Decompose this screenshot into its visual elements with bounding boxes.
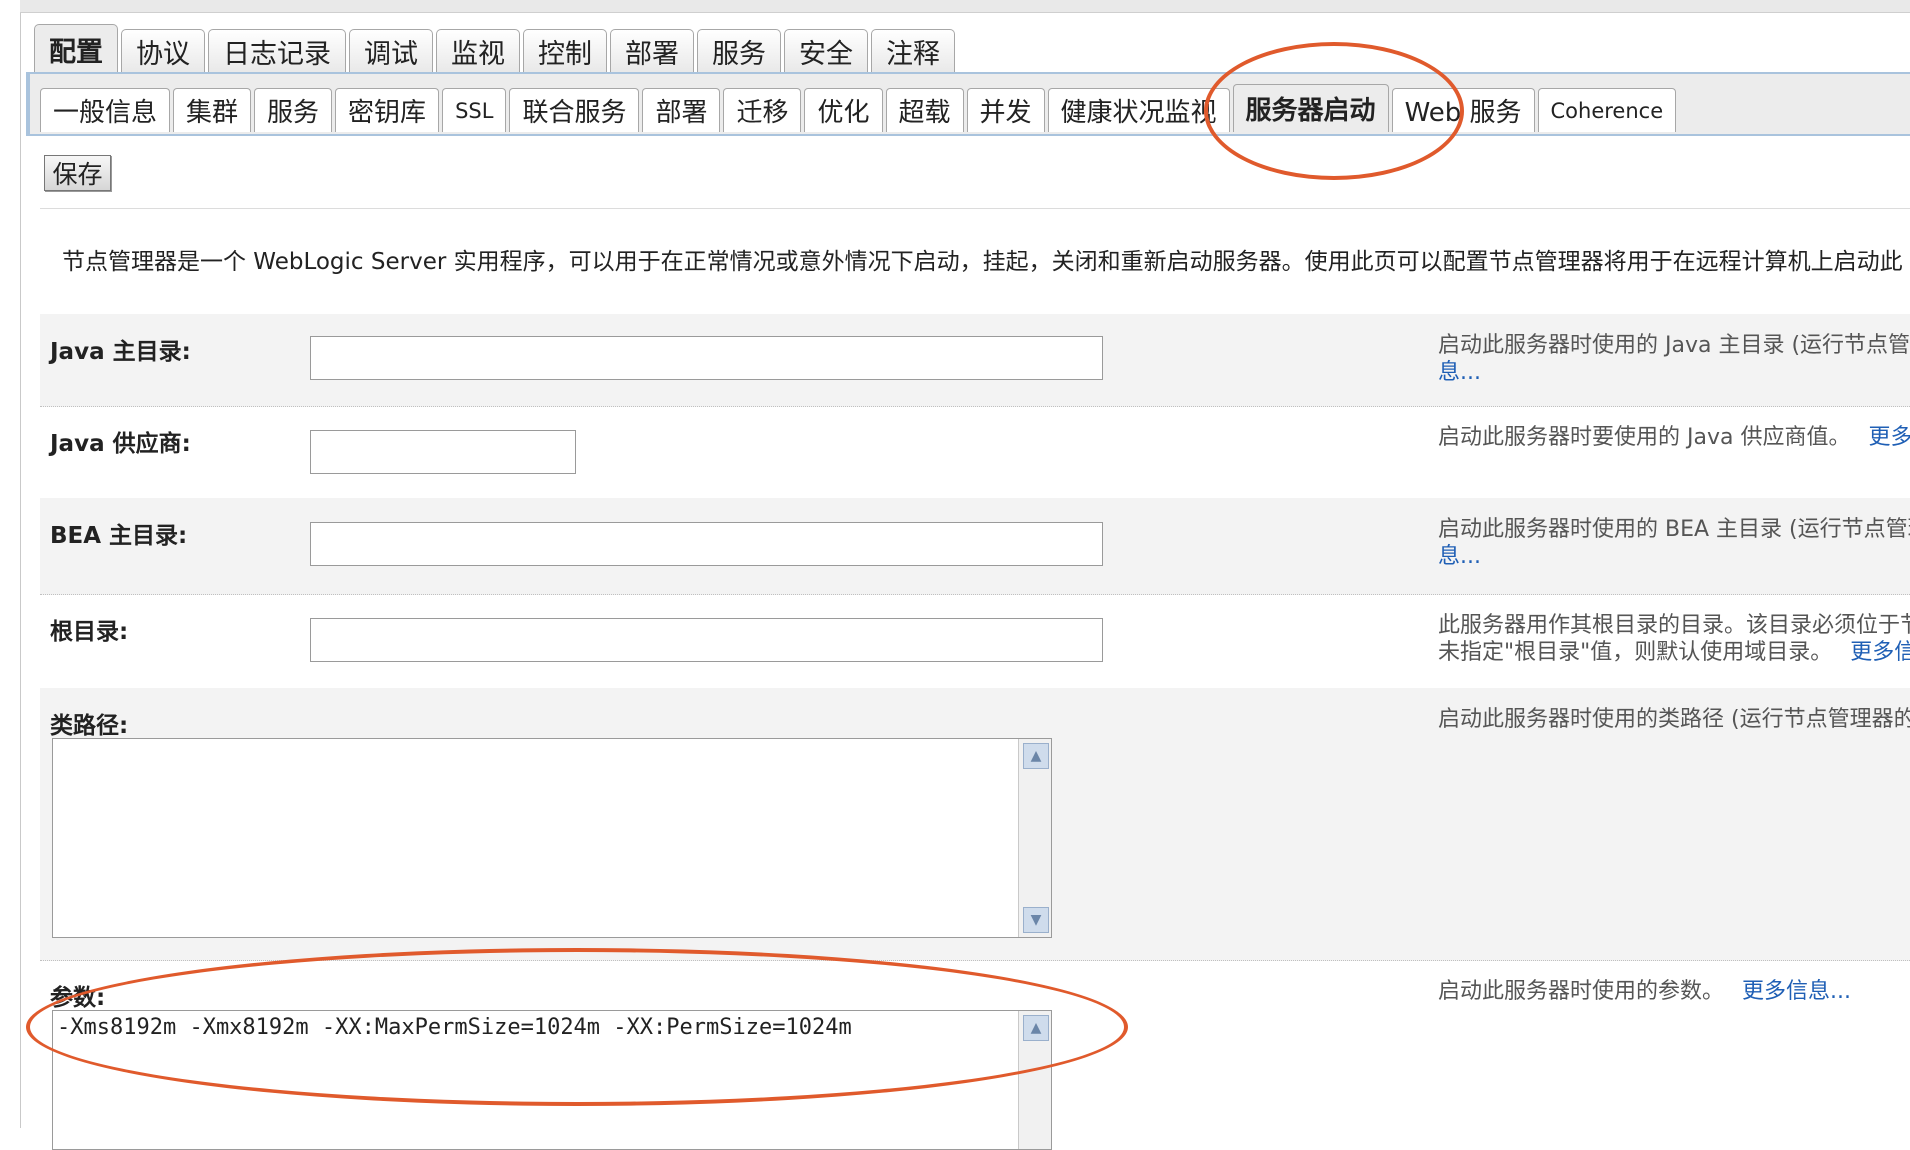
bea-home-input[interactable]	[310, 522, 1103, 566]
root-dir-row: 根目录: 此服务器用作其根目录的目录。该目录必须位于节 未指定"根目录"值，则默…	[40, 594, 1910, 689]
divider	[40, 208, 1910, 209]
subtab-services[interactable]: 服务	[254, 88, 333, 132]
java-home-row: Java 主目录: 启动此服务器时使用的 Java 主目录 (运行节点管理 息.…	[40, 314, 1910, 407]
subtab-cluster[interactable]: 集群	[173, 88, 252, 132]
subtab-coherence[interactable]: Coherence	[1537, 88, 1677, 132]
tab-security[interactable]: 安全	[784, 29, 868, 73]
java-home-help-text: 启动此服务器时使用的 Java 主目录 (运行节点管理	[1438, 333, 1910, 358]
bea-home-help: 启动此服务器时使用的 BEA 主目录 (运行节点管理 息...	[1438, 516, 1910, 570]
root-dir-more-link[interactable]: 更多信息	[1850, 640, 1910, 665]
left-border	[20, 0, 21, 1128]
java-home-input[interactable]	[310, 336, 1103, 380]
tab-protocols[interactable]: 协议	[121, 29, 205, 73]
java-vendor-more-link[interactable]: 更多	[1868, 425, 1910, 450]
bea-home-row: BEA 主目录: 启动此服务器时使用的 BEA 主目录 (运行节点管理 息...	[40, 498, 1910, 595]
java-vendor-help-text: 启动此服务器时要使用的 Java 供应商值。	[1438, 425, 1851, 450]
java-vendor-label: Java 供应商:	[50, 431, 191, 457]
scroll-up-icon[interactable]: ▲	[1023, 743, 1049, 769]
bea-home-help-text: 启动此服务器时使用的 BEA 主目录 (运行节点管理	[1438, 517, 1910, 542]
subtab-federation[interactable]: 联合服务	[509, 88, 640, 132]
subtab-overload[interactable]: 超载	[885, 88, 964, 132]
classpath-scrollbar[interactable]: ▲ ▼	[1018, 739, 1051, 937]
classpath-help: 启动此服务器时使用的类路径 (运行节点管理器的	[1438, 707, 1910, 732]
tab-logging[interactable]: 日志记录	[208, 29, 346, 73]
tab-debug[interactable]: 调试	[349, 29, 433, 73]
subtab-health-monitoring[interactable]: 健康状况监视	[1047, 88, 1230, 132]
tab-notes[interactable]: 注释	[871, 29, 955, 73]
tab-deployments[interactable]: 部署	[610, 29, 694, 73]
subtab-ssl[interactable]: SSL	[442, 88, 507, 132]
java-home-more-link[interactable]: 息...	[1438, 359, 1910, 386]
sub-tab-left-rule	[26, 74, 30, 134]
root-dir-label: 根目录:	[50, 619, 129, 645]
subtab-keystores[interactable]: 密钥库	[335, 88, 440, 132]
arguments-help: 启动此服务器时使用的参数。 更多信息...	[1438, 978, 1851, 1005]
java-vendor-help: 启动此服务器时要使用的 Java 供应商值。 更多	[1438, 424, 1910, 451]
classpath-textarea[interactable]: ▲ ▼	[52, 738, 1052, 938]
java-vendor-input[interactable]	[310, 430, 576, 474]
tab-control[interactable]: 控制	[523, 29, 607, 73]
annotation-oval-arguments	[26, 948, 1128, 1106]
top-strip	[20, 0, 1910, 13]
tab-monitoring[interactable]: 监视	[436, 29, 520, 73]
java-vendor-row: Java 供应商: 启动此服务器时要使用的 Java 供应商值。 更多	[40, 406, 1910, 499]
main-tab-bar: 配置 协议 日志记录 调试 监视 控制 部署 服务 安全 注释	[34, 24, 958, 73]
subtab-deployment[interactable]: 部署	[642, 88, 721, 132]
root-dir-help-text-2: 未指定"根目录"值，则默认使用域目录。	[1438, 640, 1833, 665]
root-dir-help: 此服务器用作其根目录的目录。该目录必须位于节 未指定"根目录"值，则默认使用域目…	[1438, 612, 1910, 666]
annotation-oval-server-start-tab	[1204, 42, 1464, 180]
subtab-migration[interactable]: 迁移	[723, 88, 802, 132]
subtab-general[interactable]: 一般信息	[40, 88, 171, 132]
save-button[interactable]: 保存	[44, 155, 111, 191]
arguments-help-text: 启动此服务器时使用的参数。	[1438, 979, 1725, 1004]
root-dir-input[interactable]	[310, 618, 1103, 662]
arguments-more-link[interactable]: 更多信息...	[1742, 979, 1851, 1004]
classpath-row: 类路径: ▲ ▼ 启动此服务器时使用的类路径 (运行节点管理器的	[40, 688, 1910, 961]
scroll-down-icon[interactable]: ▼	[1023, 907, 1049, 933]
bea-home-more-link[interactable]: 息...	[1438, 543, 1910, 570]
classpath-label: 类路径:	[50, 713, 129, 739]
tab-config[interactable]: 配置	[34, 24, 118, 73]
subtab-tuning[interactable]: 优化	[804, 88, 883, 132]
root-dir-help-text-1: 此服务器用作其根目录的目录。该目录必须位于节	[1438, 613, 1910, 638]
java-home-help: 启动此服务器时使用的 Java 主目录 (运行节点管理 息...	[1438, 332, 1910, 386]
bea-home-label: BEA 主目录:	[50, 523, 188, 549]
java-home-label: Java 主目录:	[50, 339, 191, 365]
tab-services[interactable]: 服务	[697, 29, 781, 73]
subtab-concurrency[interactable]: 并发	[966, 88, 1045, 132]
page-description: 节点管理器是一个 WebLogic Server 实用程序，可以用于在正常情况或…	[62, 249, 1903, 275]
